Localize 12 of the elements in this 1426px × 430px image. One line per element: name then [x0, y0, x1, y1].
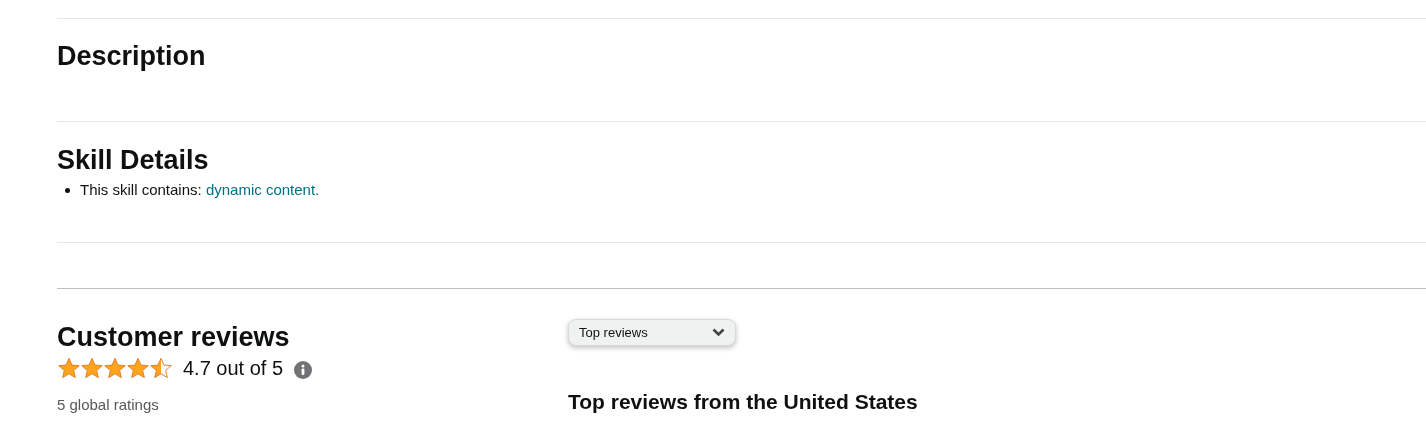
section-heading: Customer reviews [57, 321, 290, 354]
sort-dropdown[interactable]: Top reviews [568, 319, 736, 346]
detail-link[interactable]: dynamic content. [205, 179, 320, 201]
info-icon[interactable] [294, 360, 313, 379]
section-heading: Description [57, 40, 206, 73]
section-heading: Top reviews from the United States [568, 389, 918, 415]
ratings-count: 5 global ratings [57, 396, 159, 413]
chevron-down-icon [712, 328, 725, 337]
bullet-icon [65, 187, 70, 193]
rating-text: 4.7 out of 5 [183, 356, 284, 381]
detail-text: This skill contains: [80, 180, 203, 200]
section-heading: Skill Details [57, 144, 209, 176]
